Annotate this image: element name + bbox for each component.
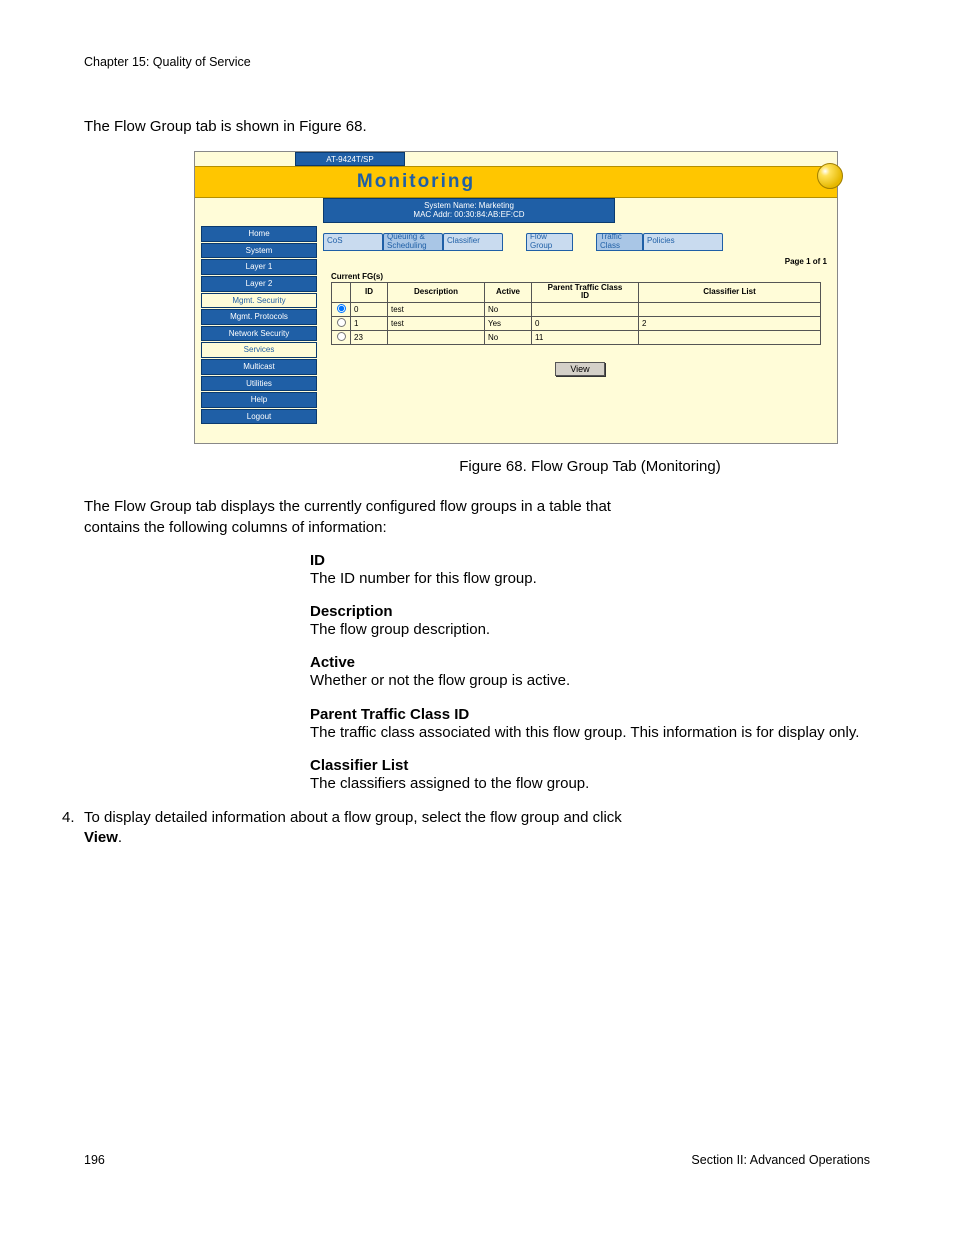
cell-id: 1 bbox=[351, 317, 388, 331]
cell-classifier: 2 bbox=[639, 317, 821, 331]
qos-tabs: CoS Queuing & Scheduling Classifier Flow… bbox=[323, 233, 837, 251]
def-desc: Whether or not the flow group is active. bbox=[310, 671, 870, 691]
def-term: Description bbox=[310, 603, 870, 620]
cell-active: No bbox=[485, 303, 532, 317]
globe-icon bbox=[817, 163, 843, 189]
page-title: Monitoring bbox=[357, 171, 475, 193]
cell-parent: 0 bbox=[532, 317, 639, 331]
nav-mgmt-protocols[interactable]: Mgmt. Protocols bbox=[201, 309, 317, 325]
tab-flow-group[interactable]: Flow Group bbox=[526, 233, 573, 251]
title-bar: Monitoring bbox=[195, 166, 837, 198]
table-row[interactable]: 0 test No bbox=[332, 303, 821, 317]
cell-active: No bbox=[485, 331, 532, 345]
cell-parent bbox=[532, 303, 639, 317]
row-radio[interactable] bbox=[337, 318, 346, 327]
nav-utilities[interactable]: Utilities bbox=[201, 376, 317, 392]
def-desc: The ID number for this flow group. bbox=[310, 569, 870, 589]
cell-classifier bbox=[639, 303, 821, 317]
tab-classifier[interactable]: Classifier bbox=[443, 233, 503, 251]
page-indicator: Page 1 of 1 bbox=[327, 257, 833, 266]
view-button[interactable]: View bbox=[555, 362, 604, 376]
cell-active: Yes bbox=[485, 317, 532, 331]
nav-system[interactable]: System bbox=[201, 243, 317, 259]
tab-cos[interactable]: CoS bbox=[323, 233, 383, 251]
nav-layer1[interactable]: Layer 1 bbox=[201, 259, 317, 275]
col-description: Description bbox=[388, 282, 485, 303]
col-classifier: Classifier List bbox=[639, 282, 821, 303]
cell-id: 23 bbox=[351, 331, 388, 345]
figure-caption: Figure 68. Flow Group Tab (Monitoring) bbox=[310, 458, 870, 475]
def-desc: The classifiers assigned to the flow gro… bbox=[310, 774, 870, 794]
table-caption: Current FG(s) bbox=[331, 272, 833, 281]
col-parent: Parent Traffic Class ID bbox=[532, 282, 639, 303]
step-text-b: . bbox=[118, 829, 122, 846]
col-active: Active bbox=[485, 282, 532, 303]
nav-services[interactable]: Services bbox=[201, 342, 317, 358]
step-bold: View bbox=[84, 829, 118, 846]
table-row[interactable]: 23 No 11 bbox=[332, 331, 821, 345]
section-label: Section II: Advanced Operations bbox=[691, 1153, 870, 1167]
def-term: Classifier List bbox=[310, 757, 870, 774]
def-desc: The flow group description. bbox=[310, 620, 870, 640]
nav-help[interactable]: Help bbox=[201, 392, 317, 408]
def-term: ID bbox=[310, 552, 870, 569]
def-desc: The traffic class associated with this f… bbox=[310, 723, 870, 743]
row-radio[interactable] bbox=[337, 332, 346, 341]
step-number: 4. bbox=[62, 808, 84, 849]
nav-network-security[interactable]: Network Security bbox=[201, 326, 317, 342]
col-radio bbox=[332, 282, 351, 303]
flow-group-table: ID Description Active Parent Traffic Cla… bbox=[331, 282, 821, 346]
nav-multicast[interactable]: Multicast bbox=[201, 359, 317, 375]
cell-description bbox=[388, 331, 485, 345]
nav-mgmt-security[interactable]: Mgmt. Security bbox=[201, 293, 317, 309]
step-text-a: To display detailed information about a … bbox=[84, 809, 622, 826]
device-tab[interactable]: AT-9424T/SP bbox=[295, 152, 405, 166]
table-row[interactable]: 1 test Yes 0 2 bbox=[332, 317, 821, 331]
tab-policies[interactable]: Policies bbox=[643, 233, 723, 251]
nav-home[interactable]: Home bbox=[201, 226, 317, 242]
def-term: Parent Traffic Class ID bbox=[310, 706, 870, 723]
tab-queuing[interactable]: Queuing & Scheduling bbox=[383, 233, 443, 251]
step-text: To display detailed information about a … bbox=[84, 808, 644, 849]
chapter-header: Chapter 15: Quality of Service bbox=[84, 55, 870, 69]
tab-traffic-class[interactable]: Traffic Class bbox=[596, 233, 643, 251]
def-term: Active bbox=[310, 654, 870, 671]
cell-description: test bbox=[388, 317, 485, 331]
step-4: 4. To display detailed information about… bbox=[84, 808, 644, 849]
row-radio[interactable] bbox=[337, 304, 346, 313]
cell-parent: 11 bbox=[532, 331, 639, 345]
cell-description: test bbox=[388, 303, 485, 317]
after-caption-para: The Flow Group tab displays the currentl… bbox=[84, 497, 644, 538]
intro-text: The Flow Group tab is shown in Figure 68… bbox=[84, 117, 644, 137]
col-id: ID bbox=[351, 282, 388, 303]
system-name-line: System Name: Marketing bbox=[324, 201, 614, 210]
sidebar-nav: Home System Layer 1 Layer 2 Mgmt. Securi… bbox=[195, 198, 323, 433]
cell-id: 0 bbox=[351, 303, 388, 317]
nav-logout[interactable]: Logout bbox=[201, 409, 317, 425]
page-number: 196 bbox=[84, 1153, 105, 1167]
figure-screenshot: AT-9424T/SP Monitoring Home System Layer… bbox=[194, 151, 838, 444]
system-info: System Name: Marketing MAC Addr: 00:30:8… bbox=[323, 198, 615, 222]
nav-layer2[interactable]: Layer 2 bbox=[201, 276, 317, 292]
cell-classifier bbox=[639, 331, 821, 345]
mac-addr-line: MAC Addr: 00:30:84:AB:EF:CD bbox=[324, 210, 614, 219]
